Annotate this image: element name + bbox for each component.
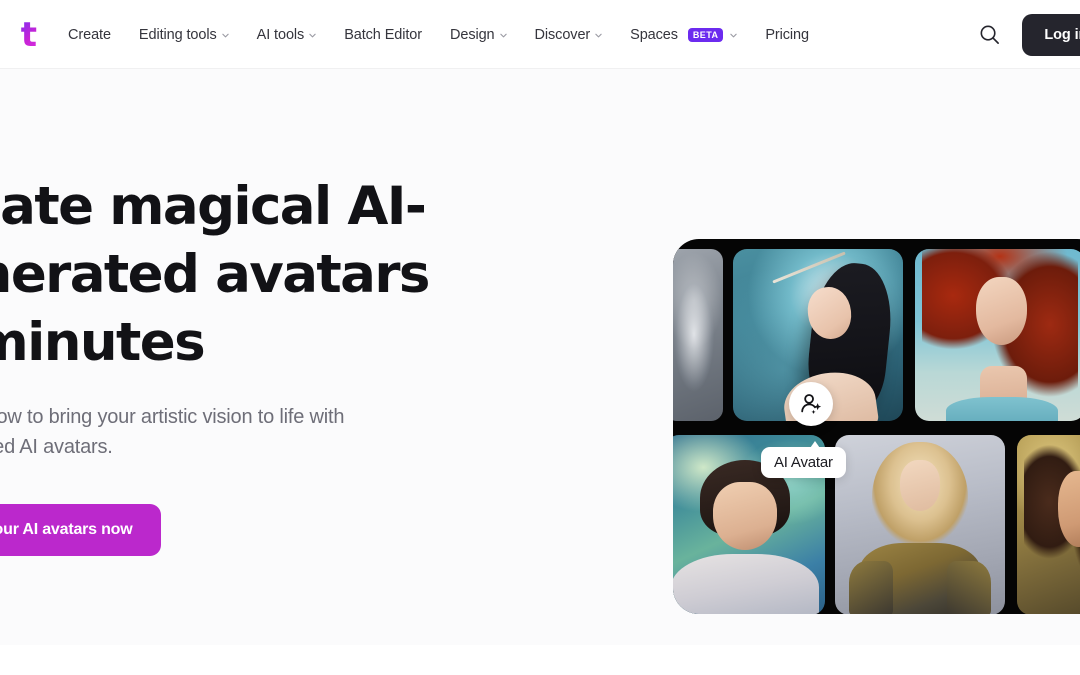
avatar-tile-red-haired-woman[interactable] bbox=[915, 249, 1080, 421]
avatar-detail-clothing bbox=[945, 396, 1058, 421]
beta-badge: BETA bbox=[687, 27, 724, 42]
page-root: t Create Editing tools AI tools Batch Ed… bbox=[0, 0, 1080, 675]
nav-item-label: Design bbox=[449, 26, 495, 43]
page-title: Create magical AI-generated avatars in m… bbox=[0, 176, 430, 373]
avatar-tile-curly-woman[interactable] bbox=[1017, 435, 1080, 614]
nav-item-editing-tools[interactable]: Editing tools bbox=[125, 0, 243, 69]
avatar-image bbox=[1017, 435, 1080, 614]
avatar-collage bbox=[673, 239, 1080, 614]
avatar-collage-grid bbox=[673, 249, 1080, 614]
nav-links: Create Editing tools AI tools Batch Edit… bbox=[68, 0, 823, 69]
logo-mark: t bbox=[20, 15, 37, 55]
avatar-detail-hoodie bbox=[673, 553, 819, 614]
top-navigation-bar: t Create Editing tools AI tools Batch Ed… bbox=[0, 0, 1080, 69]
hero-subtitle: Discover how to bring your artistic visi… bbox=[0, 406, 345, 459]
nav-item-pricing[interactable]: Pricing bbox=[751, 0, 823, 69]
nav-item-label: Create bbox=[68, 26, 111, 43]
avatar-tile-blonde-knight[interactable] bbox=[835, 435, 1005, 614]
chevron-down-icon bbox=[595, 32, 602, 39]
nav-item-label: Pricing bbox=[765, 26, 809, 43]
avatar-image bbox=[915, 249, 1080, 421]
hero-section: Create magical AI-generated avatars in m… bbox=[0, 69, 1080, 645]
search-icon[interactable] bbox=[974, 20, 1004, 50]
hero-copy: Create magical AI-generated avatars in m… bbox=[0, 173, 504, 557]
below-fold-spacer bbox=[0, 645, 1080, 675]
nav-item-label: Discover bbox=[534, 26, 591, 43]
nav-item-label: AI tools bbox=[256, 26, 305, 43]
nav-item-label: Spaces bbox=[630, 26, 678, 43]
nav-item-label: Batch Editor bbox=[344, 26, 422, 43]
chevron-down-icon bbox=[309, 32, 316, 39]
chevron-down-icon bbox=[221, 32, 229, 39]
create-avatars-cta-button[interactable]: Create your AI avatars now bbox=[0, 504, 161, 557]
avatar-tile-edge-left[interactable] bbox=[673, 249, 723, 421]
nav-item-create[interactable]: Create bbox=[68, 0, 125, 69]
nav-item-spaces[interactable]: Spaces BETA bbox=[616, 0, 751, 69]
picsart-logo[interactable]: t bbox=[0, 14, 38, 56]
nav-item-ai-tools[interactable]: AI tools bbox=[243, 0, 331, 69]
avatar-image bbox=[835, 435, 1005, 614]
nav-item-batch-editor[interactable]: Batch Editor bbox=[330, 0, 436, 69]
ai-avatar-tooltip: AI Avatar bbox=[761, 447, 846, 478]
chevron-down-icon bbox=[499, 32, 507, 39]
nav-item-design[interactable]: Design bbox=[436, 0, 521, 69]
person-sparkle-icon[interactable] bbox=[789, 382, 833, 426]
chevron-down-icon bbox=[730, 32, 738, 39]
login-button[interactable]: Log in o bbox=[1022, 13, 1080, 56]
nav-right-actions: Log in o bbox=[974, 0, 1080, 69]
avatar-detail-pauldron-left bbox=[848, 561, 893, 614]
avatar-detail-pauldron-right bbox=[947, 561, 992, 614]
nav-item-discover[interactable]: Discover bbox=[521, 0, 617, 69]
avatar-detail-hairpin bbox=[772, 251, 847, 284]
avatar-image bbox=[673, 249, 723, 421]
nav-item-label: Editing tools bbox=[138, 26, 217, 43]
